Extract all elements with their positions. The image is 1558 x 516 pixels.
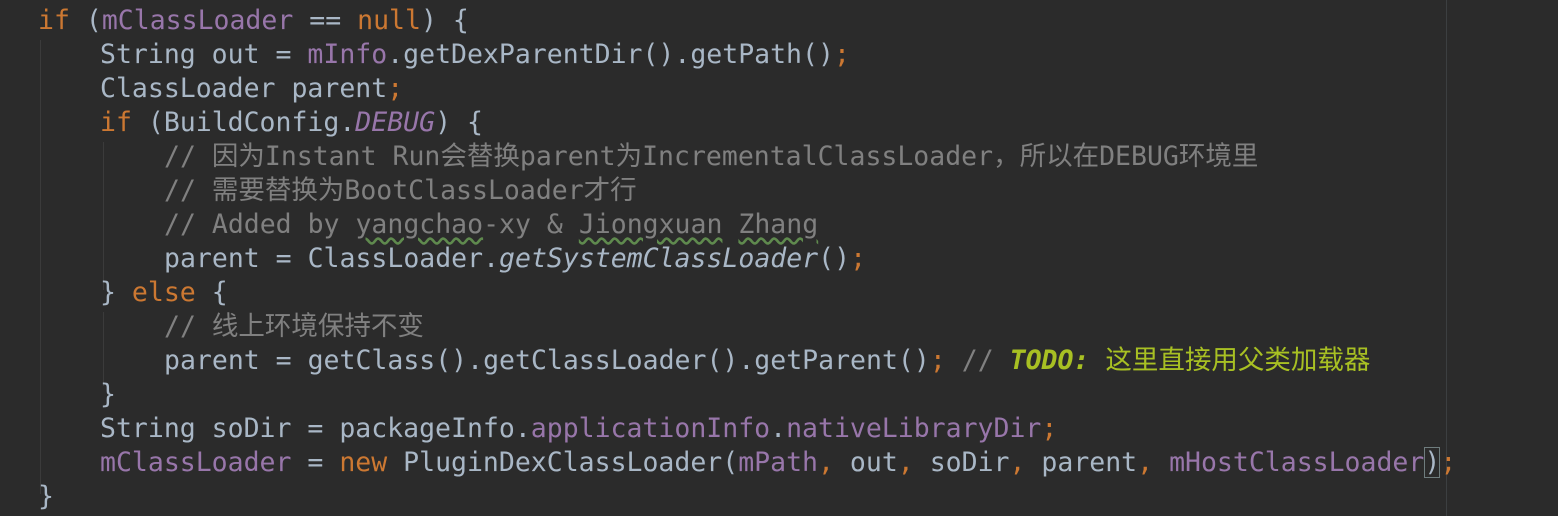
code-token: } (100, 277, 132, 308)
code-token: else (131, 277, 196, 308)
indent-guide (40, 40, 41, 494)
code-token: } (38, 481, 54, 512)
code-line[interactable]: parent = ClassLoader.getSystemClassLoade… (164, 242, 866, 276)
code-token: ) (1424, 447, 1441, 478)
code-token: ( (69, 5, 102, 36)
code-token: == (293, 5, 358, 36)
code-token: 这里直接用父类加载器 (1089, 345, 1371, 376)
code-token: = (291, 447, 340, 478)
code-token: (BuildConfig. (131, 107, 356, 138)
code-line[interactable]: } else { (100, 276, 228, 310)
code-token: ; (1041, 413, 1058, 444)
code-token: mPath (738, 447, 818, 478)
code-line[interactable]: // 线上环境保持不变 (164, 310, 424, 344)
code-line[interactable]: } (38, 480, 54, 514)
code-token: parent = getClass().getClassLoader().get… (164, 345, 930, 376)
code-token: String out = (100, 39, 308, 70)
code-token: Jiongxuan (578, 209, 723, 240)
code-token: { (195, 277, 228, 308)
code-token: TODO: (1009, 345, 1090, 376)
code-token: null (357, 5, 421, 36)
code-token: if (38, 5, 70, 36)
code-token: ) { (435, 107, 483, 138)
code-line[interactable]: // 需要替换为BootClassLoader才行 (164, 174, 637, 208)
code-token: mClassLoader (100, 447, 292, 478)
code-token: // 因为Instant Run会替换parent为IncrementalCla… (164, 141, 1259, 172)
code-token: , (817, 447, 850, 478)
code-token: mInfo (307, 39, 388, 70)
code-line[interactable]: // 因为Instant Run会替换parent为IncrementalCla… (164, 140, 1258, 174)
code-token: ) { (420, 5, 469, 36)
code-line[interactable]: } (100, 378, 116, 412)
code-line[interactable]: String soDir = packageInfo.applicationIn… (100, 412, 1057, 446)
code-token: // 线上环境保持不变 (164, 311, 424, 342)
code-line[interactable]: String out = mInfo.getDexParentDir().get… (100, 38, 850, 72)
code-line[interactable]: ClassLoader parent; (100, 72, 403, 106)
code-token: () (818, 243, 851, 274)
code-token: parent (1041, 447, 1138, 478)
code-token: , (1009, 447, 1042, 478)
code-token: getSystemClassLoader (499, 243, 819, 274)
code-token: } (100, 379, 116, 410)
code-line[interactable]: // Added by yangchao-xy & Jiongxuan Zhan… (164, 208, 818, 242)
code-token: ; (1440, 447, 1457, 478)
code-token: Zhang (738, 209, 819, 240)
code-line[interactable]: if (BuildConfig.DEBUG) { (100, 106, 483, 140)
code-token: PluginDexClassLoader( (387, 447, 739, 478)
code-token: ; (387, 73, 404, 104)
code-token: ClassLoader parent (100, 73, 388, 104)
indent-guide (103, 312, 104, 386)
code-token: String soDir = packageInfo. (100, 413, 531, 444)
code-token: // Added by (164, 209, 356, 240)
code-line[interactable]: if (mClassLoader == null) { (38, 4, 469, 38)
code-token: .getDexParentDir().getPath() (387, 39, 834, 70)
code-token: // (945, 345, 1010, 376)
code-token: -xy & (483, 209, 579, 240)
code-token: nativeLibraryDir (786, 413, 1042, 444)
code-token: yangchao (355, 209, 484, 240)
code-token: mHostClassLoader (1169, 447, 1425, 478)
code-line[interactable]: mClassLoader = new PluginDexClassLoader(… (100, 446, 1456, 480)
code-token: mClassLoader (101, 5, 294, 36)
code-token: out (849, 447, 898, 478)
code-token: parent = ClassLoader. (164, 243, 500, 274)
code-token: ; (929, 345, 946, 376)
code-token: , (1137, 447, 1170, 478)
code-token: // 需要替换为BootClassLoader才行 (164, 175, 637, 206)
code-token: if (100, 107, 132, 138)
code-token: ; (850, 243, 867, 274)
right-margin-guide (1446, 0, 1447, 516)
code-token: DEBUG (355, 107, 436, 138)
code-token: new (339, 447, 388, 478)
code-line[interactable]: parent = getClass().getClassLoader().get… (164, 344, 1370, 378)
code-token: . (770, 413, 787, 444)
code-token: , (897, 447, 930, 478)
code-token: applicationInfo (530, 413, 771, 444)
code-token: soDir (929, 447, 1010, 478)
indent-guide (103, 142, 104, 290)
code-editor[interactable]: if (mClassLoader == null) {String out = … (0, 0, 1558, 516)
code-token: ; (833, 39, 850, 70)
